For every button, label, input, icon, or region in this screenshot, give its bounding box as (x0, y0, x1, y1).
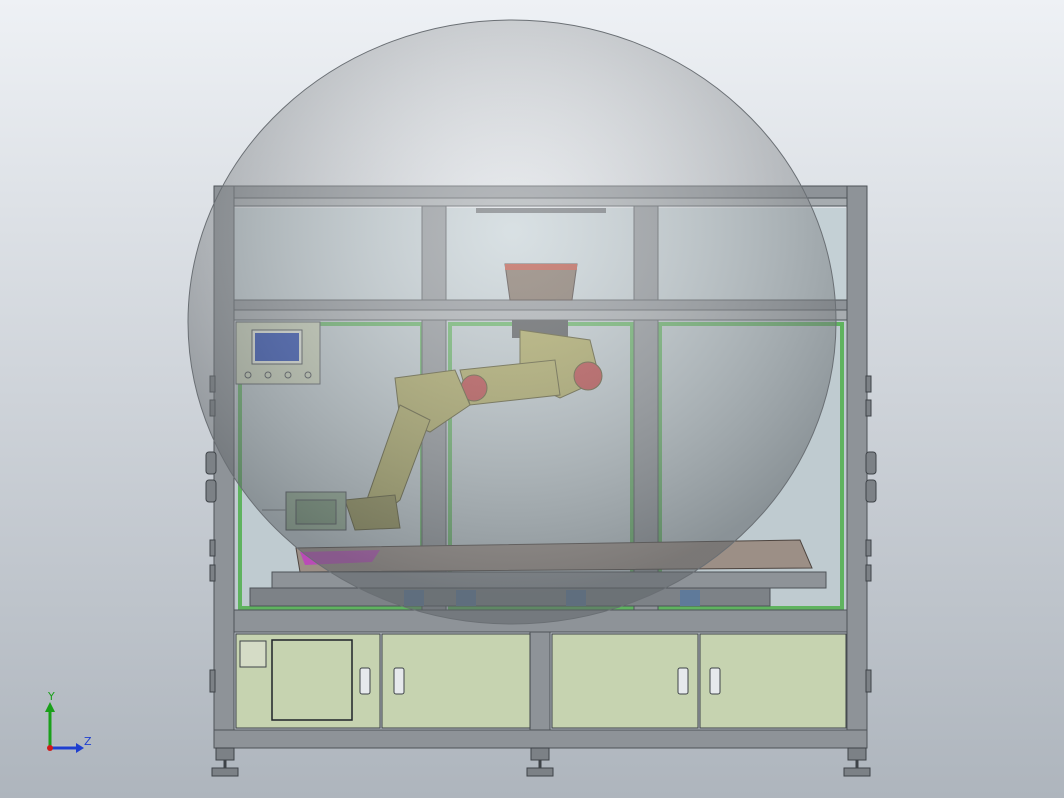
door-handle[interactable] (393, 667, 405, 695)
cad-viewport[interactable]: Y Z (0, 0, 1064, 798)
door-handle[interactable] (709, 667, 721, 695)
y-axis-label: Y (47, 690, 55, 703)
x-axis-dot (47, 745, 53, 751)
cabinet-door[interactable] (699, 633, 847, 729)
cad-scene[interactable]: Y Z (0, 0, 1064, 798)
ventilation-grille (239, 640, 267, 668)
door-handle[interactable] (677, 667, 689, 695)
z-axis-label: Z (84, 735, 92, 748)
door-handle[interactable] (359, 667, 371, 695)
cabinet-door[interactable] (551, 633, 699, 729)
electrical-box (271, 639, 353, 721)
reach-envelope-sphere (187, 19, 837, 625)
